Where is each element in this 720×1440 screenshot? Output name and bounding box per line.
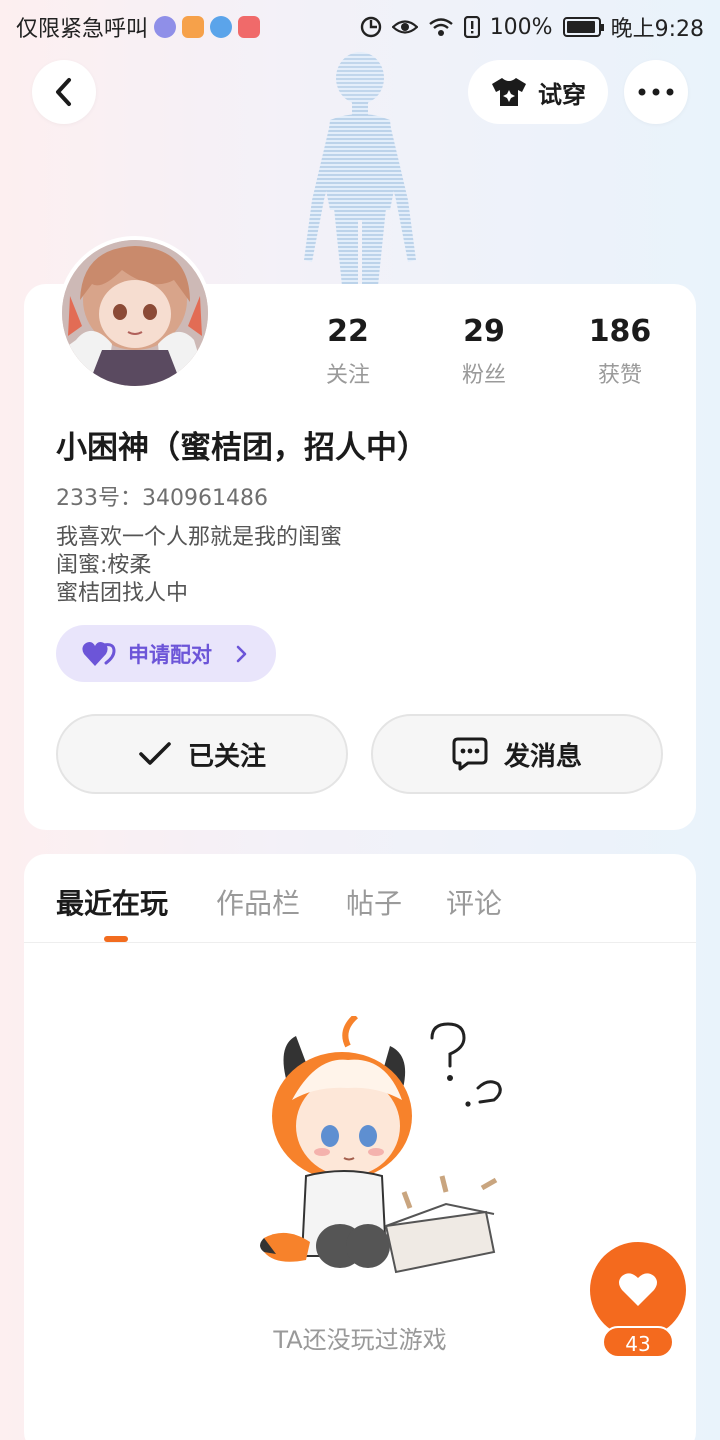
sim-alert-icon (463, 16, 480, 38)
chevron-left-icon (56, 78, 71, 106)
uid-value: 340961486 (142, 486, 268, 511)
user-avatar[interactable] (58, 236, 212, 390)
carrier-text: 仅限紧急呼叫 (16, 17, 149, 42)
notes-app-icon (238, 16, 261, 38)
tab-bar: 最近在玩 作品栏 帖子 评论 (24, 854, 696, 943)
heart-pair-icon (82, 641, 116, 666)
bio-line: 蜜桔团找人中 (56, 581, 189, 606)
pair-request-button[interactable]: 申请配对 (56, 625, 276, 682)
bio-line: 我喜欢一个人那就是我的闺蜜 (56, 525, 343, 550)
battery-percent: 100% (489, 14, 553, 40)
user-id: 233号：340961486 (56, 480, 268, 512)
checkmark-icon (139, 742, 171, 765)
following-count: 22 (327, 314, 369, 349)
video-app-icon (182, 16, 205, 38)
battery-icon (562, 17, 604, 37)
likes-count: 186 (588, 314, 652, 349)
bio-line: 闺蜜:桉柔 (56, 553, 152, 578)
stat-fans[interactable]: 29 粉丝 (424, 314, 544, 389)
music-app-icon (154, 16, 177, 38)
browser-app-icon (210, 16, 233, 38)
likes-label: 获赞 (597, 363, 642, 388)
stat-likes[interactable]: 186 获赞 (560, 314, 680, 389)
tab-recent-games[interactable]: 最近在玩 (56, 882, 168, 922)
empty-state-illustration (260, 1016, 502, 1274)
like-count-badge: 43 (602, 1326, 674, 1358)
tab-works[interactable]: 作品栏 (216, 882, 300, 922)
message-label: 发消息 (503, 741, 582, 772)
pair-label: 申请配对 (128, 642, 212, 667)
fans-count: 29 (463, 314, 505, 349)
wifi-icon (428, 18, 453, 36)
tryon-label: 试穿 (538, 80, 586, 109)
message-button[interactable]: 发消息 (371, 714, 663, 794)
more-dots-icon (638, 88, 674, 96)
tab-comments[interactable]: 评论 (446, 882, 502, 922)
tab-posts[interactable]: 帖子 (346, 882, 402, 922)
active-tab-indicator (104, 936, 128, 942)
back-button[interactable] (32, 60, 96, 124)
fans-label: 粉丝 (461, 363, 506, 388)
status-bar: 仅限紧急呼叫 100% 晚上9:28 (0, 0, 720, 50)
avatar-figure-image[interactable] (290, 50, 430, 286)
user-nickname: 小困神（蜜桔团，招人中） (56, 430, 428, 466)
eye-icon (391, 20, 418, 34)
uid-label: 233号： (56, 486, 142, 511)
following-label: 关注 (325, 363, 370, 388)
follow-button[interactable]: 已关注 (56, 714, 348, 794)
heart-icon (619, 1273, 657, 1306)
tryon-button[interactable]: 试穿 (468, 60, 608, 124)
chat-bubble-icon (452, 737, 488, 771)
stat-following[interactable]: 22 关注 (288, 314, 408, 389)
more-button[interactable] (624, 60, 688, 124)
tshirt-icon (492, 78, 526, 106)
like-button[interactable] (590, 1242, 686, 1338)
user-bio: 我喜欢一个人那就是我的闺蜜 闺蜜:桉柔 蜜桔团找人中 (56, 524, 342, 608)
clock-time: 晚上9:28 (610, 17, 704, 42)
data-saver-icon (360, 16, 381, 38)
follow-label: 已关注 (187, 741, 266, 772)
chevron-right-icon (236, 645, 247, 662)
